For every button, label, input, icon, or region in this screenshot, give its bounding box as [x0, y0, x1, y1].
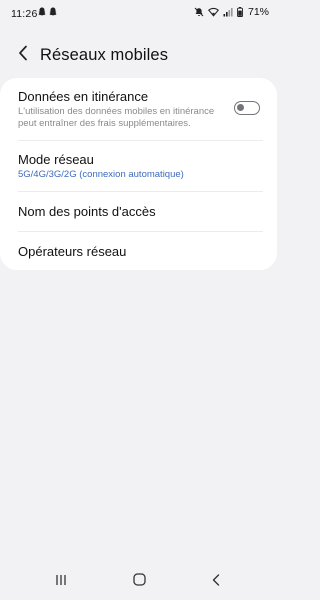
roaming-toggle[interactable] [234, 101, 260, 115]
operators-row[interactable]: Opérateurs réseau [0, 232, 277, 270]
roaming-row[interactable]: Données en itinérance L'utilisation des … [0, 78, 277, 140]
network-mode-title: Mode réseau [18, 152, 94, 167]
home-icon [132, 573, 146, 591]
battery-icon [237, 7, 243, 17]
app-bar: Réseaux mobiles [0, 40, 277, 70]
roaming-title: Données en itinérance [18, 89, 149, 104]
snapchat-icon [49, 7, 57, 16]
wifi-call-icon [208, 7, 219, 17]
home-button[interactable] [128, 572, 150, 592]
network-mode-row[interactable]: Mode réseau 5G/4G/3G/2G (connexion autom… [0, 141, 277, 191]
mute-icon [194, 7, 204, 17]
settings-card: Données en itinérance L'utilisation des … [0, 78, 277, 270]
apn-title: Nom des points d'accès [18, 204, 156, 219]
snapchat-icon [38, 7, 46, 16]
recent-apps-icon [55, 573, 67, 591]
toggle-knob [237, 104, 244, 111]
operators-title: Opérateurs réseau [18, 244, 127, 259]
network-mode-value: 5G/4G/3G/2G (connexion automatique) [18, 169, 184, 180]
apn-row[interactable]: Nom des points d'accès [0, 192, 277, 230]
recent-apps-button[interactable] [50, 572, 72, 592]
system-icons: 71% [194, 6, 269, 18]
page-title: Réseaux mobiles [40, 46, 169, 64]
notification-icons [38, 7, 57, 16]
back-button[interactable] [12, 44, 34, 66]
chevron-left-icon [18, 45, 28, 66]
nav-back-button[interactable] [205, 572, 227, 592]
status-time: 11:26 [11, 8, 38, 20]
cellular-signal-icon [223, 7, 233, 17]
back-arrow-icon [212, 573, 220, 591]
battery-percent: 71% [247, 6, 269, 18]
status-bar: 11:26 71% [0, 0, 277, 26]
navigation-bar [0, 564, 277, 600]
roaming-description: L'utilisation des données mobiles en iti… [18, 106, 215, 129]
